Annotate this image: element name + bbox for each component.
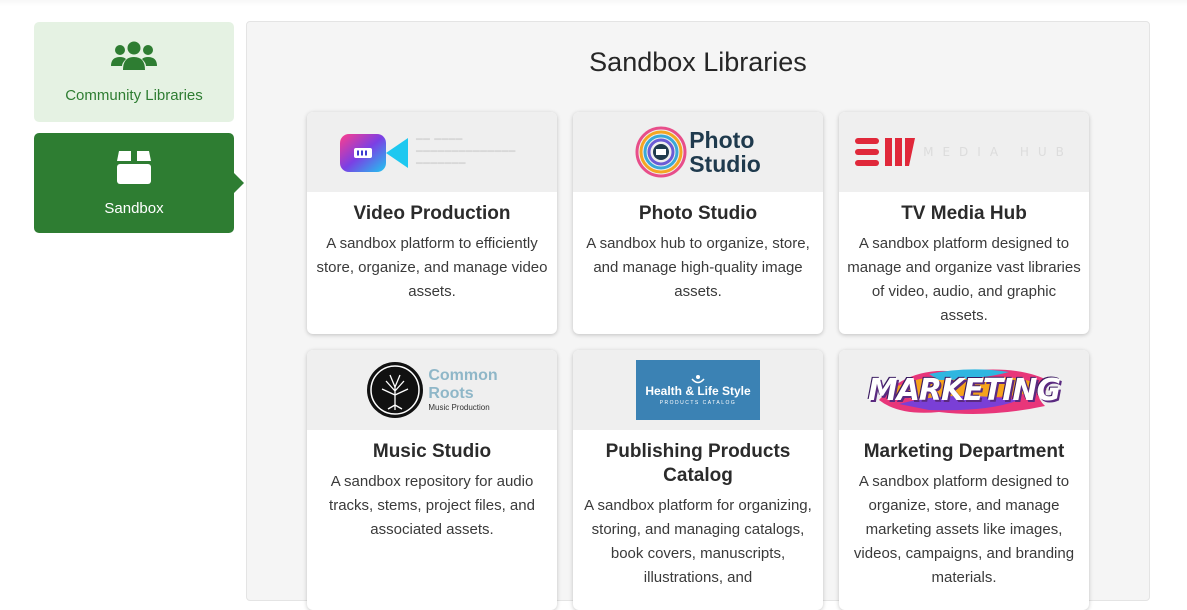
marketing-logo: MARKETING <box>839 350 1089 430</box>
photo-studio-logo-text-1: Photo <box>689 127 755 153</box>
common-roots-logo-text-2: Roots <box>428 385 474 402</box>
library-card-music-studio[interactable]: Common Roots Music Production Music Stud… <box>307 350 557 610</box>
photo-studio-logo: Photo Studio <box>573 112 823 192</box>
card-description: A sandbox hub to organize, store, and ma… <box>586 235 810 300</box>
aperture-icon <box>635 126 687 178</box>
video-production-logo-text: ━━ ━━━━ ━━━━━━━━━━━━━━ ━━━━━━━ <box>416 133 516 170</box>
sidebar-item-sandbox[interactable]: Sandbox <box>34 133 244 233</box>
card-title: Publishing Products Catalog <box>605 441 791 486</box>
card-description: A sandbox repository for audio tracks, s… <box>329 473 535 538</box>
health-life-style-logo: Health & Life Style PRODUCTS CATALOG <box>573 350 823 430</box>
tree-icon <box>367 362 424 418</box>
card-description: A sandbox platform for organizing, stori… <box>584 497 812 586</box>
library-card-publishing-products-catalog[interactable]: Health & Life Style PRODUCTS CATALOG Pub… <box>573 350 823 610</box>
sandbox-libraries-panel: Sandbox Libraries ━━ ━━━━ ━━━━━━━━━━━━━━… <box>246 21 1150 610</box>
sidebar-item-label: Sandbox <box>104 200 164 217</box>
card-description: A sandbox platform to efficiently store,… <box>316 235 548 300</box>
common-roots-logo-subtext: Music Production <box>428 403 490 412</box>
library-card-video-production[interactable]: ━━ ━━━━ ━━━━━━━━━━━━━━ ━━━━━━━ Video Produ… <box>307 112 557 334</box>
users-icon <box>111 40 157 77</box>
hands-icon <box>691 375 705 384</box>
video-camera-logo: ━━ ━━━━ ━━━━━━━━━━━━━━ ━━━━━━━ <box>307 112 557 192</box>
library-card-photo-studio[interactable]: Photo Studio Photo Studio A sandbox hub … <box>573 112 823 334</box>
marketing-logo-text: MARKETING <box>867 372 1061 408</box>
card-description: A sandbox platform designed to manage an… <box>847 235 1081 324</box>
health-life-style-logo-text: Health & Life Style <box>645 384 751 398</box>
card-title: Photo Studio <box>638 203 758 224</box>
page-title: Sandbox Libraries <box>589 47 807 77</box>
products-catalog-logo-subtext: PRODUCTS CATALOG <box>659 400 737 406</box>
library-card-tv-media-hub[interactable]: MEDIA HUB TV Media Hub A sandbox platfor… <box>839 112 1089 334</box>
sidebar-item-label: Community Libraries <box>65 87 203 104</box>
box-icon <box>115 149 153 190</box>
card-title: Music Studio <box>372 441 492 462</box>
sidebar-item-community-libraries[interactable]: Community Libraries <box>34 22 234 122</box>
library-grid: ━━ ━━━━ ━━━━━━━━━━━━━━ ━━━━━━━ Video Produ… <box>307 112 1089 610</box>
photo-studio-logo-text-2: Studio <box>689 151 761 177</box>
media-hub-mark-icon <box>855 138 916 166</box>
card-title: TV Media Hub <box>901 203 1027 224</box>
sidebar: Community Libraries Sandbox <box>34 22 244 233</box>
card-title: Marketing Department <box>863 441 1065 462</box>
card-title: Video Production <box>353 203 511 224</box>
common-roots-logo-text-1: Common <box>428 367 498 384</box>
card-description: A sandbox platform designed to organize,… <box>853 473 1075 586</box>
media-hub-logo: MEDIA HUB <box>839 112 1089 192</box>
library-card-marketing-department[interactable]: MARKETING Marketing Department A sandbox… <box>839 350 1089 610</box>
top-divider <box>0 0 1187 6</box>
common-roots-logo: Common Roots Music Production <box>307 350 557 430</box>
media-hub-logo-text: MEDIA HUB <box>923 145 1073 159</box>
